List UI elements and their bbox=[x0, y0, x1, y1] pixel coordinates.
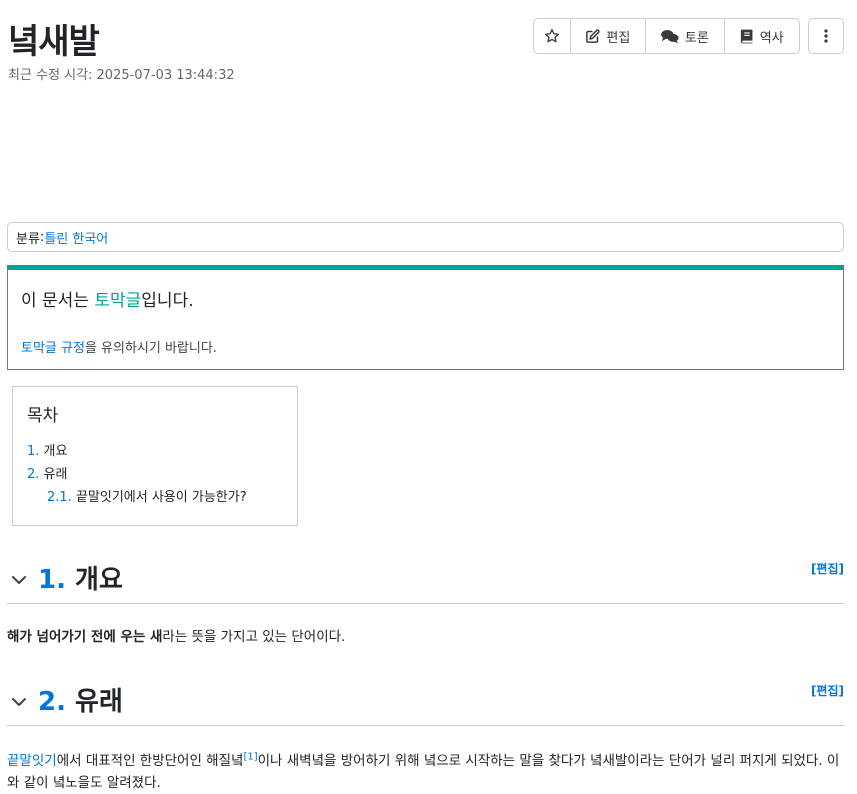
toc-item-number[interactable]: 1. bbox=[27, 444, 39, 459]
star-icon bbox=[544, 29, 559, 43]
stub-suffix: 입니다. bbox=[141, 291, 194, 311]
chevron-down-icon[interactable] bbox=[11, 572, 27, 588]
stub-prefix: 이 문서는 bbox=[21, 291, 95, 311]
section-title: 2. 유래 bbox=[38, 682, 123, 722]
category-label: 분류 bbox=[16, 231, 40, 247]
stub-rule-text: 토막글 규정을 유의하시기 바랍니다. bbox=[21, 337, 830, 356]
edit-button-label: 편집 bbox=[606, 30, 631, 46]
toc-item: 1. 개요 bbox=[27, 440, 283, 463]
category-box: 분류: 틀린 한국어 bbox=[7, 222, 844, 252]
stub-notice: 이 문서는 토막글입니다. 토막글 규정을 유의하시기 바랍니다. bbox=[7, 265, 844, 370]
chevron-down-icon[interactable] bbox=[11, 694, 27, 710]
section-title: 1. 개요 bbox=[38, 560, 123, 600]
star-button[interactable] bbox=[534, 19, 571, 53]
body-bold-text: 해가 넘어가기 전에 우는 새 bbox=[7, 629, 163, 645]
stub-heading: 이 문서는 토막글입니다. bbox=[21, 286, 830, 311]
section-edit-link[interactable]: [편집] bbox=[811, 560, 844, 577]
footnote-link[interactable]: [1] bbox=[243, 752, 257, 763]
section-heading: 2. 유래 [편집] bbox=[7, 682, 844, 726]
toc-item-number[interactable]: 2. bbox=[27, 467, 39, 482]
toc-item-label: 개요 bbox=[43, 444, 68, 459]
body-text: 라는 뜻을 가지고 있는 단어이다. bbox=[162, 629, 346, 645]
body-link[interactable]: 끝말잇기 bbox=[7, 753, 57, 769]
more-vertical-icon bbox=[824, 29, 828, 43]
section-heading: 1. 개요 [편집] bbox=[7, 560, 844, 604]
more-options-button[interactable] bbox=[808, 18, 844, 54]
last-modified: 최근 수정 시각: 2025-07-03 13:44:32 bbox=[8, 68, 235, 83]
toc-item: 2. 유래 bbox=[27, 463, 283, 486]
table-of-contents: 목차 1. 개요 2. 유래 2.1. 끝말잇기에서 사용이 가능한가? bbox=[12, 386, 298, 526]
section-title-text: 유래 bbox=[75, 687, 123, 717]
toc-item-label: 유래 bbox=[43, 467, 68, 482]
stub-rule-link[interactable]: 토막글 규정 bbox=[21, 341, 85, 356]
discussion-button-label: 토론 bbox=[684, 30, 709, 46]
history-button-label: 역사 bbox=[759, 30, 784, 46]
edit-button[interactable]: 편집 bbox=[571, 19, 647, 53]
stub-rule-suffix: 을 유의하시기 바랍니다. bbox=[84, 341, 217, 356]
category-link[interactable]: 틀린 한국어 bbox=[44, 228, 108, 247]
edit-icon bbox=[586, 28, 600, 43]
comments-icon bbox=[660, 29, 679, 43]
article-toolbar: 편집 토론 역사 bbox=[533, 18, 800, 54]
section-number[interactable]: 2. bbox=[38, 687, 66, 717]
toc-item: 2.1. 끝말잇기에서 사용이 가능한가? bbox=[27, 486, 283, 509]
page-title: 녘새발 bbox=[8, 22, 100, 62]
book-icon bbox=[740, 29, 753, 43]
body-text: 에서 대표적인 한방단어인 해질녘 bbox=[56, 753, 244, 769]
section-title-text: 개요 bbox=[75, 565, 123, 595]
history-button[interactable]: 역사 bbox=[725, 19, 799, 53]
stub-link[interactable]: 토막글 bbox=[94, 291, 141, 311]
section-body: 해가 넘어가기 전에 우는 새라는 뜻을 가지고 있는 단어이다. bbox=[7, 626, 847, 648]
section-number[interactable]: 1. bbox=[38, 565, 66, 595]
discussion-button[interactable]: 토론 bbox=[646, 19, 725, 53]
toc-item-number[interactable]: 2.1. bbox=[47, 490, 72, 505]
toc-title: 목차 bbox=[27, 406, 59, 426]
section-body: 끝말잇기에서 대표적인 한방단어인 해질녘[1]이나 새벽녘을 방어하기 위해 … bbox=[7, 750, 847, 794]
section-edit-link[interactable]: [편집] bbox=[811, 682, 844, 699]
toc-item-label: 끝말잇기에서 사용이 가능한가? bbox=[75, 490, 247, 505]
